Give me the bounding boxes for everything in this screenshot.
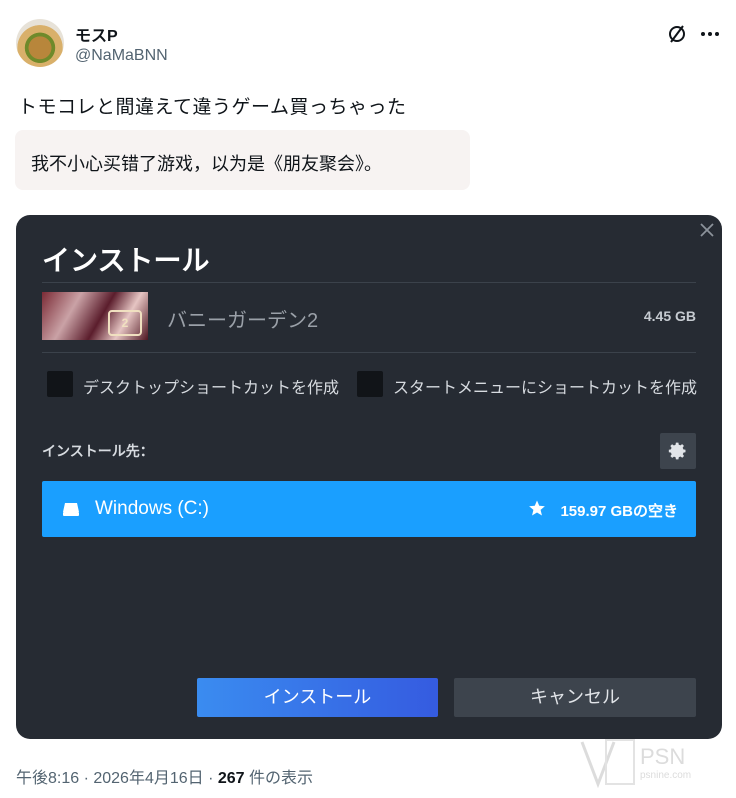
avatar[interactable] — [16, 19, 64, 67]
view-count: 267 — [217, 770, 245, 787]
watermark-text: PSN — [640, 744, 685, 769]
desktop-shortcut-label: デスクトップショートカットを作成 — [83, 380, 340, 397]
gear-icon — [668, 442, 686, 460]
tweet-timestamp[interactable]: 午後8:16 · 2026年4月16日 · — [16, 770, 218, 787]
install-button: インストール — [197, 678, 438, 717]
drive-name: Windows (C:) — [95, 498, 210, 519]
watermark-subtext: psnine.com — [640, 770, 691, 781]
more-icon[interactable] — [698, 22, 722, 46]
startmenu-shortcut-checkbox — [357, 371, 383, 397]
tweet-text: トモコレと間違えて違うゲーム買っちゃった — [18, 97, 407, 118]
game-title: バニーガーデン2 — [167, 310, 319, 332]
tweet-footer: 午後8:16 · 2026年4月16日 · 267 件の表示 — [16, 764, 313, 788]
view-label: 件の表示 — [244, 770, 314, 787]
star-icon — [529, 500, 545, 516]
drive-icon — [63, 503, 79, 516]
slashed-circle-icon[interactable] — [665, 22, 689, 46]
close-icon — [700, 221, 714, 242]
dialog-title: インストール — [42, 245, 210, 276]
display-name[interactable]: モスP — [75, 22, 118, 46]
drive-option-c: Windows (C:) 159.97 GBの空き — [42, 481, 696, 537]
cancel-button: キャンセル — [454, 678, 696, 717]
install-location-label: インストール先： — [42, 443, 154, 459]
install-dialog-image[interactable]: インストール 2 バニーガーデン2 4.45 GB デスクトップショートカットを… — [16, 215, 722, 739]
translation-box: 我不小心买错了游戏，以为是《朋友聚会》。 — [15, 130, 470, 190]
divider — [42, 282, 696, 283]
desktop-shortcut-checkbox — [47, 371, 73, 397]
user-handle[interactable]: @NaMaBNN — [75, 47, 168, 65]
game-logo: 2 — [108, 310, 142, 336]
divider — [42, 352, 696, 353]
free-space: 159.97 GBの空き — [560, 503, 678, 520]
game-thumbnail: 2 — [42, 292, 148, 340]
watermark-logo: PSN psnine.com — [578, 738, 718, 789]
settings-button — [660, 433, 696, 469]
game-size: 4.45 GB — [643, 308, 696, 324]
startmenu-shortcut-label: スタートメニューにショートカットを作成 — [393, 380, 698, 397]
